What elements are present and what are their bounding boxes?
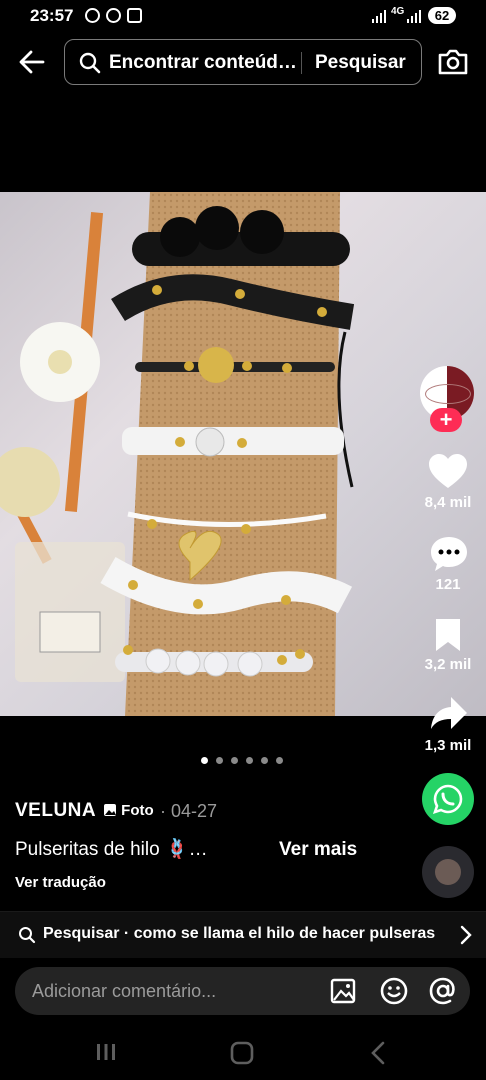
see-more-link[interactable]: Ver mais (279, 839, 357, 861)
comment-input[interactable]: Adicionar comentário... (32, 981, 216, 1002)
bookmark-icon[interactable] (433, 617, 463, 653)
signal-icon (372, 10, 386, 23)
comment-bubble-icon[interactable] (429, 535, 469, 573)
camera-icon[interactable] (436, 47, 470, 77)
carousel-dot-active (201, 757, 208, 764)
network-type: 4G (391, 6, 405, 17)
emoji-icon[interactable] (380, 977, 408, 1005)
whatsapp-share-button[interactable] (422, 773, 474, 825)
post-photo[interactable] (0, 192, 486, 716)
signal-icon-2 (407, 10, 421, 23)
chevron-right-icon (460, 925, 472, 945)
photo-icon (104, 804, 116, 816)
search-divider (301, 52, 302, 74)
music-disc[interactable] (422, 846, 474, 898)
bracelets-image (0, 192, 355, 716)
post-caption: Pulseritas de hilo 🪢… (15, 839, 208, 860)
search-input[interactable]: Encontrar conteúd… (109, 52, 297, 74)
status-bar: 23:57 4G 62 (0, 0, 486, 32)
share-arrow-icon[interactable] (429, 695, 469, 731)
carousel-indicator (201, 757, 287, 765)
comment-count: 121 (435, 576, 461, 593)
see-translation-link[interactable]: Ver tradução (15, 874, 106, 891)
save-count: 3,2 mil (424, 656, 472, 673)
back-arrow-icon[interactable] (18, 48, 46, 76)
system-nav-bar (0, 1025, 486, 1080)
author-name[interactable]: VELUNA (15, 800, 96, 822)
search-button[interactable]: Pesquisar (315, 52, 406, 74)
photo-badge-label: Foto (121, 802, 154, 819)
whatsapp-icon (432, 784, 463, 815)
post-date: · 04-27 (160, 801, 218, 821)
like-count: 8,4 mil (424, 494, 472, 511)
like-heart-icon[interactable] (428, 454, 468, 490)
photo-badge: Foto (103, 802, 154, 819)
screenshot-icon (127, 8, 142, 23)
search-icon (79, 52, 101, 74)
search-icon (19, 927, 36, 944)
related-search-text: Pesquisar · como se llama el hilo de hac… (43, 925, 436, 942)
carousel-dot (246, 757, 253, 764)
battery-level: 62 (428, 7, 456, 24)
comment-bar: Adicionar comentário... (15, 967, 470, 1015)
notification-icon (85, 8, 100, 23)
share-count: 1,3 mil (424, 737, 472, 754)
carousel-dot (231, 757, 238, 764)
status-time: 23:57 (30, 6, 74, 25)
follow-button[interactable]: + (430, 408, 462, 432)
related-search-bar[interactable]: Pesquisar · como se llama el hilo de hac… (0, 911, 486, 958)
carousel-dot (261, 757, 268, 764)
home-icon[interactable] (230, 1041, 254, 1065)
image-attach-icon[interactable] (330, 978, 358, 1004)
recent-apps-icon[interactable] (95, 1042, 117, 1062)
mention-icon[interactable] (429, 977, 457, 1005)
carousel-dot (276, 757, 283, 764)
search-box[interactable]: Encontrar conteúd… Pesquisar (64, 39, 422, 85)
back-nav-icon[interactable] (369, 1041, 387, 1065)
whatsapp-notification-icon (106, 8, 121, 23)
carousel-dot (216, 757, 223, 764)
